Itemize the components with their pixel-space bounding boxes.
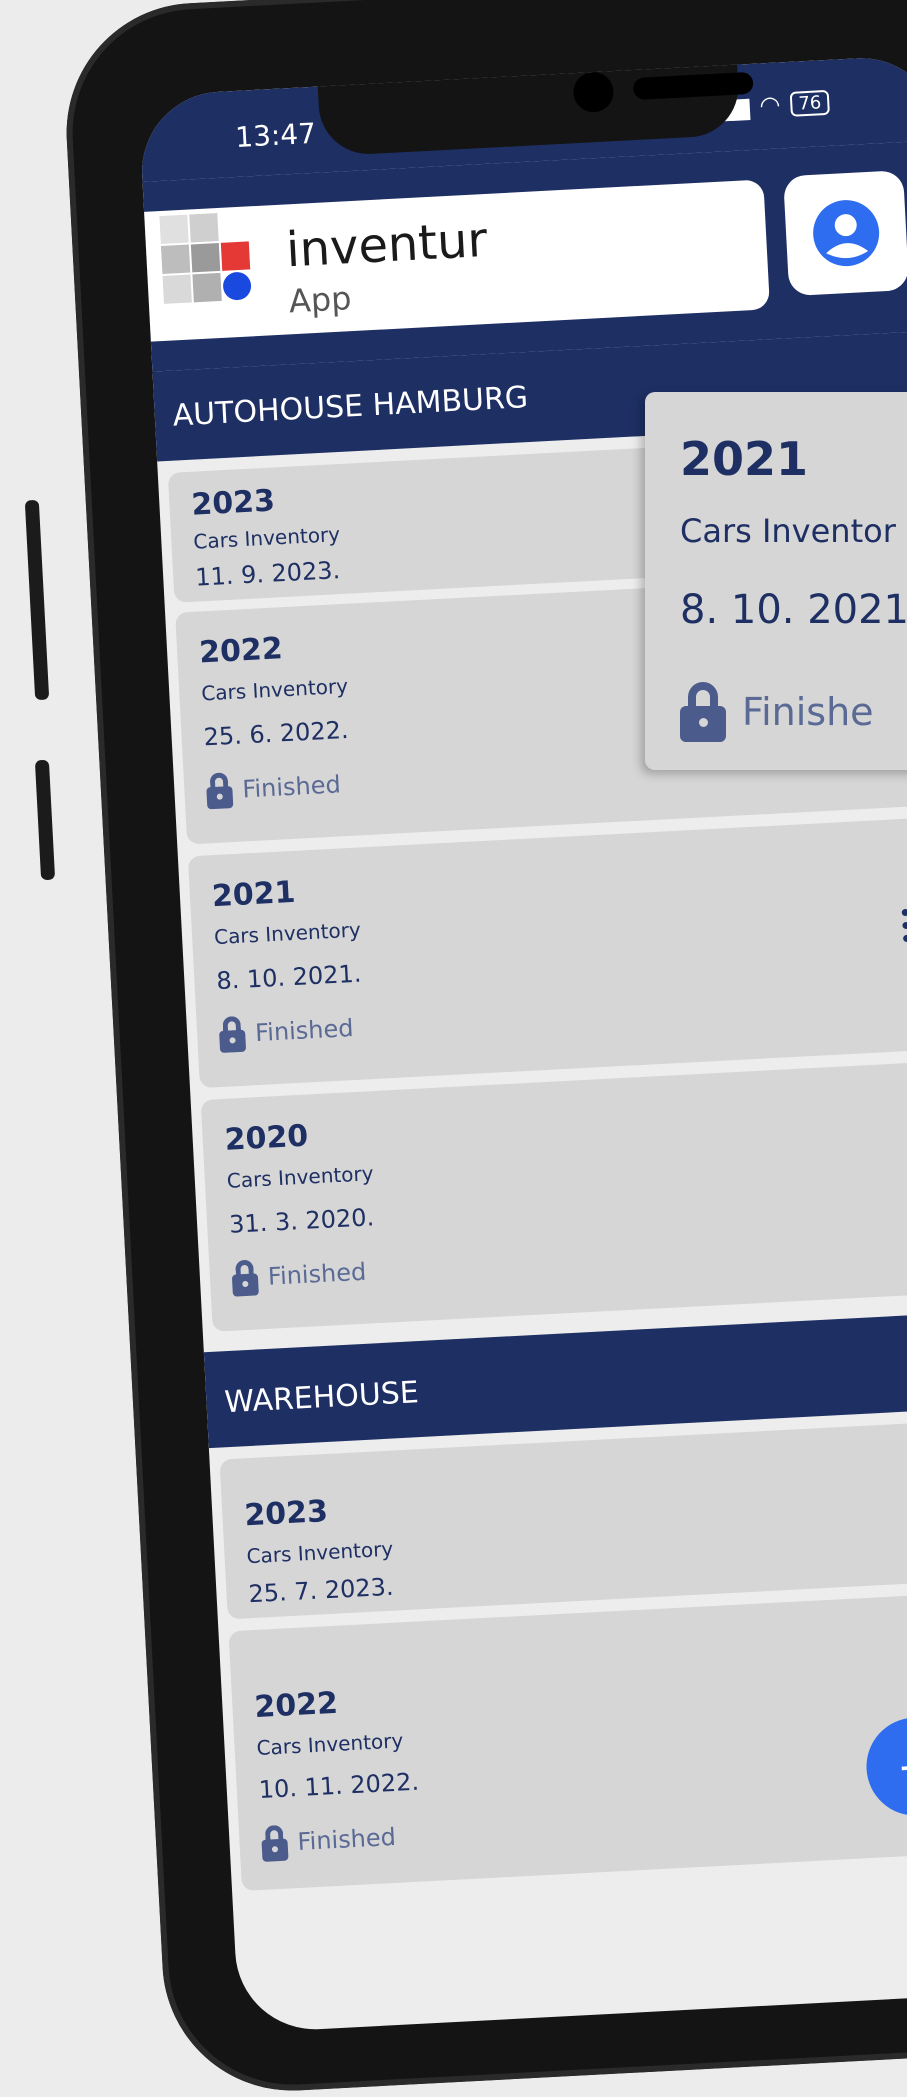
card-year: 2020 [223, 1118, 310, 1158]
status-label: Finished [267, 1257, 367, 1291]
card-type: Cars Inventory [226, 1161, 375, 1193]
lock-icon [218, 1015, 247, 1054]
app-subtitle: App [287, 279, 353, 321]
card-status: Finished [261, 1819, 397, 1862]
card-type: Cars Inventory [213, 917, 362, 950]
app-screen: 13:47 ▂▄▆ ◠ 76 inventur App [138, 54, 907, 2034]
card-date: 25. 7. 2023. [247, 1572, 395, 1609]
card-type: Cars Inventory [255, 1728, 404, 1761]
card-status: Finished [206, 766, 342, 810]
wifi-icon: ◠ [758, 90, 782, 120]
camera-icon [572, 71, 615, 114]
card-year: 2022 [198, 631, 284, 671]
card-date: 8. 10. 2021. [215, 959, 362, 996]
profile-button[interactable] [783, 170, 907, 297]
inventur-logo-icon [159, 213, 252, 304]
lock-icon [231, 1259, 259, 1297]
popup-date: 8. 10. 2021. [680, 587, 907, 633]
card-date: 25. 6. 2022. [202, 715, 350, 752]
status-label: Finished [296, 1822, 397, 1857]
user-icon [813, 200, 880, 267]
card-menu-button[interactable] [901, 908, 907, 943]
status-time: 13:47 [234, 116, 317, 154]
card-date: 31. 3. 2020. [228, 1203, 375, 1239]
phone-side-button [34, 759, 56, 881]
app-title: inventur [284, 211, 489, 279]
card-year: 2023 [243, 1494, 329, 1534]
inventory-card[interactable]: 2023 Cars Inventory 25. 7. 2023. [219, 1419, 907, 1620]
card-year: 2022 [253, 1685, 339, 1726]
popup-year: 2021 [680, 432, 809, 486]
popup-type: Cars Inventor [680, 512, 896, 550]
card-type: Cars Inventory [245, 1536, 394, 1569]
speaker-grille [632, 71, 754, 101]
card-zoom-popup: 2021 Cars Inventor 8. 10. 2021. Finishe [645, 392, 907, 770]
inventory-card[interactable]: 2022 Cars Inventory 10. 11. 2022. Finish… [228, 1591, 907, 1892]
card-date: 11. 9. 2023. [194, 556, 341, 592]
inventory-card[interactable]: 2020 Cars Inventory 31. 3. 2020. Finishe… [200, 1060, 907, 1332]
card-status: Finished [231, 1254, 367, 1297]
card-year: 2021 [211, 874, 297, 915]
phone-side-button [24, 499, 50, 701]
card-type: Cars Inventory [200, 673, 349, 706]
section-title: AUTOHOUSE HAMBURG [171, 380, 529, 434]
popup-status-label: Finishe [742, 690, 874, 734]
lock-icon [680, 682, 726, 742]
inventory-card[interactable]: 2021 Cars Inventory 8. 10. 2021. Finishe… [187, 816, 907, 1089]
card-date: 10. 11. 2022. [258, 1767, 420, 1804]
logo-card: inventur App [144, 179, 771, 342]
battery-icon: 76 [789, 89, 830, 117]
section-title: WAREHOUSE [223, 1375, 420, 1421]
lock-icon [206, 772, 234, 810]
section-header: WAREHOUSE [203, 1310, 907, 1449]
popup-status: Finishe [680, 682, 874, 742]
card-status: Finished [218, 1010, 355, 1054]
status-label: Finished [254, 1014, 355, 1048]
lock-icon [261, 1824, 289, 1862]
card-type: Cars Inventory [192, 522, 341, 554]
status-label: Finished [241, 770, 342, 804]
card-year: 2023 [190, 483, 276, 523]
